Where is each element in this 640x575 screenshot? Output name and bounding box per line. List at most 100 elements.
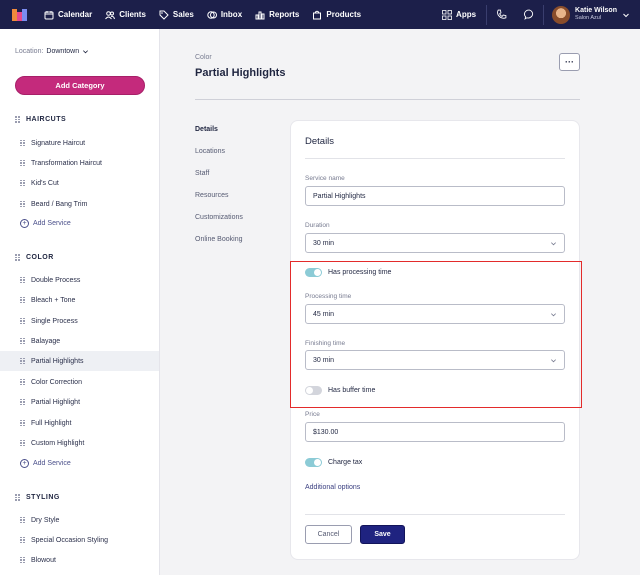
drag-handle-icon[interactable] bbox=[20, 139, 25, 147]
nav-apps[interactable]: Apps bbox=[442, 9, 476, 20]
location-value: Downtown bbox=[46, 48, 80, 55]
subnav-details[interactable]: Details bbox=[195, 126, 218, 133]
nav-products-label: Products bbox=[326, 10, 362, 19]
service-item[interactable]: Transformation Haircut bbox=[0, 153, 159, 173]
user-menu[interactable]: Katie Wilson Salon Azul bbox=[552, 5, 630, 24]
service-item[interactable]: Custom Highlight bbox=[0, 433, 159, 453]
nav-inbox[interactable]: Inbox bbox=[207, 10, 242, 20]
more-options-button[interactable]: ··· bbox=[559, 53, 580, 71]
price-label: Price bbox=[305, 411, 320, 418]
drag-handle-icon[interactable] bbox=[20, 419, 25, 427]
nav-reports[interactable]: Reports bbox=[255, 10, 299, 20]
top-nav: Calendar Clients Sales Inbox Reports Pro… bbox=[0, 0, 640, 29]
service-item[interactable]: Signature Haircut bbox=[0, 133, 159, 153]
drag-handle-icon[interactable] bbox=[20, 556, 25, 564]
service-name-input[interactable]: Partial Highlights bbox=[305, 186, 565, 206]
drag-handle-icon[interactable] bbox=[20, 536, 25, 544]
user-location: Salon Azul bbox=[575, 15, 602, 21]
location-selector[interactable]: Location: Downtown bbox=[15, 48, 89, 55]
category-label: HAIRCUTS bbox=[26, 116, 67, 123]
service-item[interactable]: Balayage bbox=[0, 331, 159, 351]
service-label: Partial Highlights bbox=[31, 357, 84, 365]
service-item[interactable]: Color Correction bbox=[0, 372, 159, 392]
apps-grid-icon bbox=[442, 9, 452, 20]
drag-handle-icon[interactable] bbox=[20, 276, 25, 284]
charge-tax-label: Charge tax bbox=[328, 459, 363, 466]
service-item[interactable]: Full Highlight bbox=[0, 413, 159, 433]
drag-handle-icon[interactable] bbox=[15, 254, 20, 261]
drag-handle-icon[interactable] bbox=[20, 159, 25, 167]
charge-tax-toggle-row[interactable]: Charge tax bbox=[305, 458, 362, 467]
service-item[interactable]: Kid's Cut bbox=[0, 173, 159, 193]
service-item[interactable]: Blowout bbox=[0, 550, 159, 570]
add-service-button[interactable]: + Add Service bbox=[20, 219, 71, 228]
service-item[interactable]: Beard / Bang Trim bbox=[0, 194, 159, 214]
logo-icon[interactable] bbox=[12, 8, 27, 21]
nav-products[interactable]: Products bbox=[312, 10, 361, 20]
clients-icon bbox=[105, 10, 116, 19]
drag-handle-icon[interactable] bbox=[15, 494, 20, 501]
service-item[interactable]: Single Process bbox=[0, 311, 159, 331]
charge-tax-toggle[interactable] bbox=[305, 458, 322, 467]
drag-handle-icon[interactable] bbox=[20, 179, 25, 187]
drag-handle-icon[interactable] bbox=[20, 337, 25, 345]
subnav-resources[interactable]: Resources bbox=[195, 192, 228, 199]
nav-clients[interactable]: Clients bbox=[105, 10, 146, 20]
price-value: $130.00 bbox=[313, 428, 339, 436]
service-item[interactable]: Partial Highlight bbox=[0, 392, 159, 412]
drag-handle-icon[interactable] bbox=[20, 378, 25, 386]
service-item[interactable]: Bleach + Tone bbox=[0, 290, 159, 310]
subnav-online-booking[interactable]: Online Booking bbox=[195, 236, 242, 243]
tag-icon bbox=[159, 10, 169, 20]
add-category-button[interactable]: Add Category bbox=[15, 76, 145, 95]
additional-options-link[interactable]: Additional options bbox=[305, 484, 360, 491]
add-service-button[interactable]: + Add Service bbox=[20, 459, 71, 468]
category-label: STYLING bbox=[26, 494, 60, 501]
plus-icon: + bbox=[20, 459, 29, 468]
service-name-value: Partial Highlights bbox=[313, 192, 366, 200]
drag-handle-icon[interactable] bbox=[20, 296, 25, 304]
subnav-locations[interactable]: Locations bbox=[195, 148, 225, 155]
drag-handle-icon[interactable] bbox=[20, 357, 25, 365]
nav-sales[interactable]: Sales bbox=[159, 10, 194, 20]
subnav-staff[interactable]: Staff bbox=[195, 170, 209, 177]
drag-handle-icon[interactable] bbox=[20, 200, 25, 208]
drag-handle-icon[interactable] bbox=[20, 398, 25, 406]
service-label: Full Highlight bbox=[31, 419, 72, 427]
avatar bbox=[552, 5, 571, 24]
save-button[interactable]: Save bbox=[360, 525, 405, 544]
cancel-button[interactable]: Cancel bbox=[305, 525, 352, 544]
drag-handle-icon[interactable] bbox=[20, 516, 25, 524]
drag-handle-icon[interactable] bbox=[20, 439, 25, 447]
service-item[interactable]: Double Process bbox=[0, 270, 159, 290]
service-item-active[interactable]: Partial Highlights bbox=[0, 351, 159, 371]
service-label: Special Occasion Styling bbox=[31, 536, 109, 544]
service-item[interactable]: Special Occasion Styling bbox=[0, 530, 159, 550]
nav-calendar[interactable]: Calendar bbox=[44, 10, 92, 20]
category-haircuts[interactable]: HAIRCUTS bbox=[15, 116, 66, 123]
phone-button[interactable] bbox=[487, 9, 515, 20]
add-service-label: Add Service bbox=[33, 460, 71, 467]
service-label: Kid's Cut bbox=[31, 179, 59, 187]
category-color[interactable]: COLOR bbox=[15, 254, 54, 261]
service-label: Bleach + Tone bbox=[31, 296, 76, 304]
breadcrumb[interactable]: Color bbox=[195, 54, 212, 61]
subnav-customizations[interactable]: Customizations bbox=[195, 214, 243, 221]
price-input[interactable]: $130.00 bbox=[305, 422, 565, 442]
highlight-box bbox=[290, 261, 582, 408]
service-label: Balayage bbox=[31, 337, 61, 345]
drag-handle-icon[interactable] bbox=[15, 116, 20, 123]
service-item[interactable]: Dry Style bbox=[0, 510, 159, 530]
service-label: Color Correction bbox=[31, 378, 82, 386]
service-label: Single Process bbox=[31, 317, 78, 325]
header-divider bbox=[195, 99, 580, 100]
category-styling[interactable]: STYLING bbox=[15, 494, 60, 501]
service-label: Custom Highlight bbox=[31, 439, 85, 447]
chevron-down-icon bbox=[551, 242, 556, 246]
service-label: Double Process bbox=[31, 276, 81, 284]
chat-button[interactable] bbox=[515, 9, 543, 20]
drag-handle-icon[interactable] bbox=[20, 317, 25, 325]
duration-label: Duration bbox=[305, 222, 330, 229]
duration-select[interactable]: 30 min bbox=[305, 233, 565, 253]
service-name-label: Service name bbox=[305, 175, 345, 182]
